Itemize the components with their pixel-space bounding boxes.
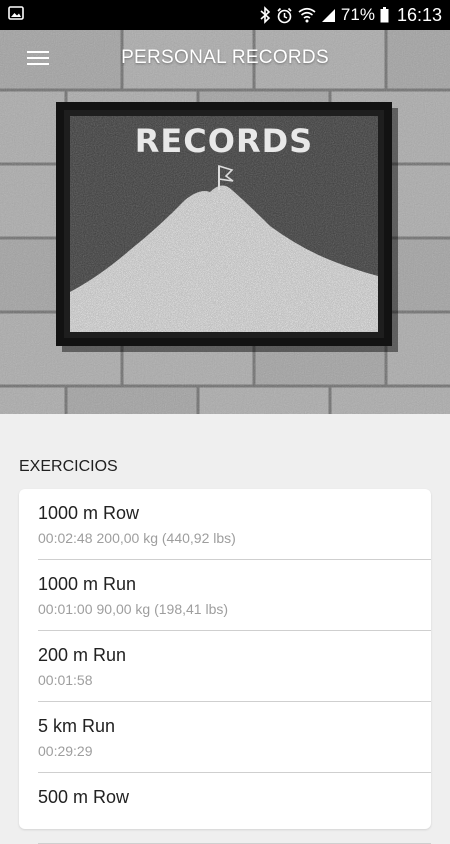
app-bar: PERSONAL RECORDS: [0, 30, 450, 86]
record-name: 1000 m Row: [38, 503, 140, 523]
battery-level: 71%: [340, 5, 375, 24]
hero-image: RECORDS: [0, 30, 450, 414]
list-item[interactable]: 200 m Run 00:01:58: [19, 631, 431, 702]
status-bar: 71% 16:13: [0, 0, 450, 30]
image-icon: [8, 5, 24, 26]
board-title: RECORDS: [135, 122, 313, 160]
record-detail: 00:01:58: [38, 672, 431, 688]
records-content: EXERCICIOS 1000 m Row 00:02:48 200,00 kg (…: [0, 414, 450, 844]
page-title: PERSONAL RECORDS: [121, 47, 329, 68]
record-weight: 90,00 kg (198,41 lbs): [96, 601, 229, 617]
record-name: 5 km Run: [38, 716, 116, 736]
bluetooth-icon: [259, 6, 271, 24]
record-time: 00:29:29: [38, 743, 93, 759]
record-name: 500 m Row: [38, 787, 130, 807]
record-name: 200 m Run: [38, 645, 127, 665]
record-time: 00:01:58: [38, 672, 93, 688]
record-weight: 200,00 kg (440,92 lbs): [96, 530, 236, 546]
list-item[interactable]: 500 m Row: [19, 773, 431, 844]
record-detail: 00:29:29: [38, 743, 431, 759]
records-card: 1000 m Row 00:02:48 200,00 kg (440,92 lbs)…: [19, 489, 431, 844]
signal-icon: [321, 8, 336, 23]
battery-icon: [380, 7, 389, 23]
alarm-icon: [276, 7, 293, 24]
hamburger-menu-icon[interactable]: [10, 30, 66, 86]
record-time: 00:01:00: [38, 601, 93, 617]
section-title: EXERCICIOS: [19, 458, 118, 475]
record-detail: 00:02:48 200,00 kg (440,92 lbs): [38, 530, 431, 546]
list-item[interactable]: 1000 m Row 00:02:48 200,00 kg (440,92 lbs): [19, 489, 431, 560]
list-item[interactable]: 1000 m Run 00:01:00 90,00 kg (198,41 lbs): [19, 560, 431, 631]
record-name: 1000 m Run: [38, 574, 137, 594]
list-item[interactable]: 5 km Run 00:29:29: [19, 702, 431, 773]
wifi-icon: [298, 7, 316, 23]
clock: 16:13: [396, 4, 442, 25]
record-detail: 00:01:00 90,00 kg (198,41 lbs): [38, 601, 431, 617]
record-time: 00:02:48: [38, 530, 93, 546]
